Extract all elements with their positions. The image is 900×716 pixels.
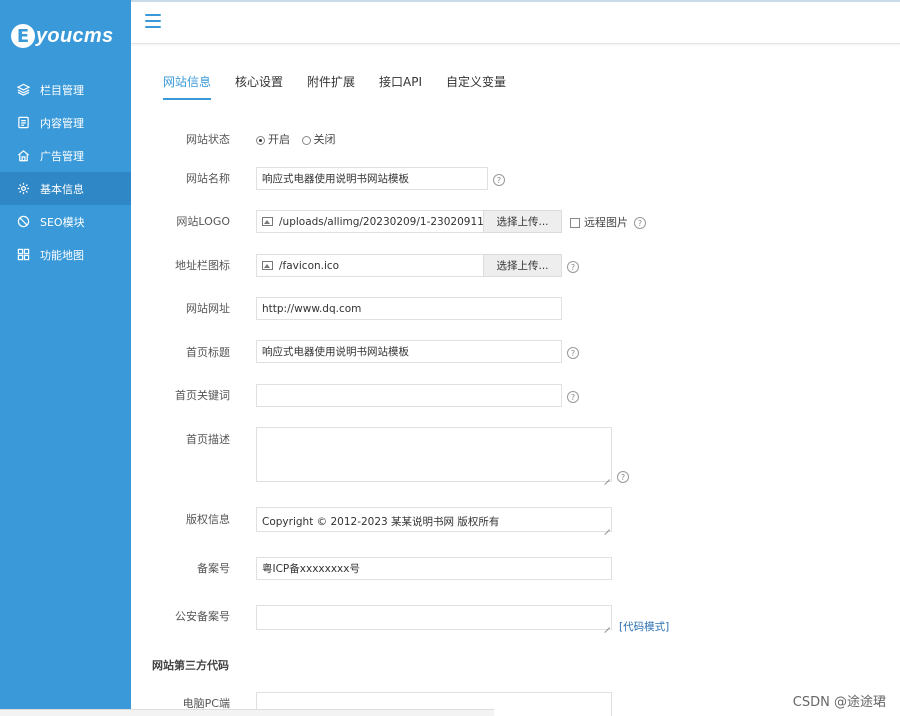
site-name-label: 网站名称	[186, 172, 230, 185]
sidebar-nav: 栏目管理 内容管理 广告管理 基本信息 SEO模块 功能地图	[0, 73, 131, 271]
watermark: CSDN @途途珺	[792, 695, 886, 710]
gear-icon	[17, 182, 30, 195]
sidebar-item-label: 基本信息	[40, 182, 84, 196]
favicon-path: /favicon.ico	[279, 259, 340, 272]
menu-toggle-icon[interactable]	[145, 14, 161, 28]
site-url-input[interactable]: http://www.dq.com	[256, 297, 562, 320]
sidebar: E youcms 栏目管理 内容管理 广告管理 基本信息 SEO模块 功能地图	[0, 0, 131, 716]
home-keywords-label: 首页关键词	[175, 389, 230, 402]
sidebar-item-label: SEO模块	[40, 215, 85, 229]
status-on-option[interactable]: 开启	[256, 133, 290, 146]
code-mode-link[interactable]: [代码模式]	[619, 619, 669, 634]
site-logo-label: 网站LOGO	[176, 215, 230, 228]
top-header	[131, 0, 900, 44]
resize-handle-icon[interactable]	[603, 473, 610, 480]
police-record-textarea[interactable]	[256, 605, 612, 630]
settings-tabs: 网站信息 核心设置 附件扩展 接口API 自定义变量	[163, 73, 530, 100]
sidebar-item-label: 栏目管理	[40, 83, 84, 97]
logo-mark: E	[11, 24, 35, 48]
sidebar-item-label: 内容管理	[40, 116, 84, 130]
police-record-label: 公安备案号	[175, 610, 230, 623]
status-off-option[interactable]: 关闭	[301, 133, 336, 146]
help-icon[interactable]: ?	[567, 391, 579, 403]
site-status-label: 网站状态	[186, 133, 230, 146]
resize-handle-icon[interactable]	[603, 523, 610, 530]
help-icon[interactable]: ?	[567, 347, 579, 359]
home-keywords-input[interactable]	[256, 384, 562, 407]
home-description-textarea[interactable]	[256, 427, 612, 482]
horizontal-scrollbar[interactable]	[0, 709, 494, 716]
sidebar-item-ads[interactable]: 广告管理	[0, 139, 131, 172]
remote-image-checkbox[interactable]	[570, 218, 580, 228]
sidebar-item-label: 功能地图	[40, 248, 84, 262]
icp-label: 备案号	[197, 562, 230, 575]
sidebar-item-function-map[interactable]: 功能地图	[0, 238, 131, 271]
help-icon[interactable]: ?	[567, 261, 579, 273]
status-on-label: 开启	[268, 133, 290, 146]
site-status-radios: 开启 关闭	[256, 131, 336, 147]
site-logo-input[interactable]: /uploads/allimg/20230209/1-2302091132	[256, 210, 486, 233]
image-icon	[262, 261, 273, 270]
home-icon	[18, 150, 29, 162]
favicon-upload-button[interactable]: 选择上传...	[483, 254, 562, 277]
sidebar-item-content[interactable]: 内容管理	[0, 106, 131, 139]
resize-handle-icon[interactable]	[603, 621, 610, 628]
logo[interactable]: E youcms	[11, 20, 113, 52]
remote-image-label: 远程图片	[584, 216, 628, 229]
favicon-input[interactable]: /favicon.ico	[256, 254, 486, 277]
seo-icon	[17, 215, 30, 228]
copyright-textarea[interactable]: Copyright © 2012-2023 某某说明书网 版权所有	[256, 507, 612, 532]
favicon-label: 地址栏图标	[175, 259, 230, 272]
site-logo-path: /uploads/allimg/20230209/1-2302091132	[279, 215, 486, 228]
document-icon	[18, 116, 29, 129]
help-icon[interactable]: ?	[634, 217, 646, 229]
icp-input[interactable]: 粤ICP备xxxxxxxx号	[256, 557, 612, 580]
site-url-label: 网站网址	[186, 302, 230, 315]
remote-image-option[interactable]: 远程图片	[570, 214, 628, 230]
third-party-code-section-title: 网站第三方代码	[152, 659, 229, 672]
help-icon[interactable]: ?	[493, 174, 505, 186]
home-title-label: 首页标题	[186, 346, 230, 359]
sidebar-item-label: 广告管理	[40, 149, 84, 163]
tab-site-info[interactable]: 网站信息	[163, 73, 212, 100]
image-icon	[262, 217, 273, 226]
site-name-input[interactable]: 响应式电器使用说明书网站模板	[256, 167, 488, 190]
sidebar-item-columns[interactable]: 栏目管理	[0, 73, 131, 106]
home-title-input[interactable]: 响应式电器使用说明书网站模板	[256, 340, 562, 363]
tab-custom-vars[interactable]: 自定义变量	[446, 73, 506, 100]
tab-attachment[interactable]: 附件扩展	[307, 73, 355, 100]
home-description-label: 首页描述	[186, 433, 230, 446]
tab-api[interactable]: 接口API	[379, 73, 422, 100]
status-on-radio[interactable]	[256, 135, 265, 145]
sidebar-item-basic-info[interactable]: 基本信息	[0, 172, 131, 205]
copyright-value: Copyright © 2012-2023 某某说明书网 版权所有	[262, 516, 500, 528]
copyright-label: 版权信息	[186, 513, 230, 526]
status-off-radio[interactable]	[301, 135, 311, 145]
layers-icon	[17, 83, 30, 96]
logo-upload-button[interactable]: 选择上传...	[483, 210, 562, 233]
tab-core-settings[interactable]: 核心设置	[235, 73, 283, 100]
logo-text: youcms	[36, 24, 114, 47]
grid-icon	[17, 248, 30, 261]
help-icon[interactable]: ?	[617, 471, 629, 483]
sidebar-item-seo[interactable]: SEO模块	[0, 205, 131, 238]
status-off-label: 关闭	[313, 133, 336, 146]
